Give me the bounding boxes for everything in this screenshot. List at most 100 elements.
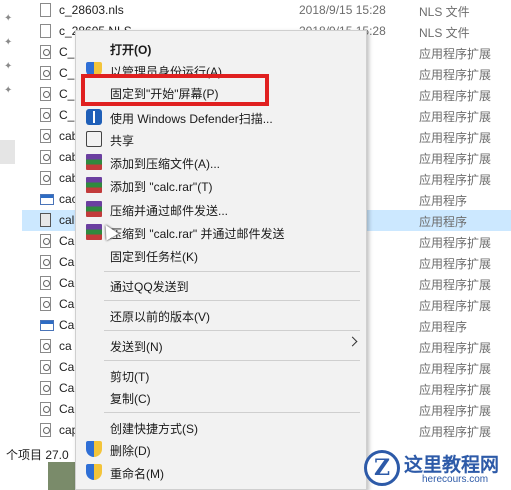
dll-icon xyxy=(40,129,51,143)
dll-icon xyxy=(40,150,51,164)
annotation-highlight-box xyxy=(81,74,269,106)
dll-icon xyxy=(40,234,51,248)
winrar-icon xyxy=(86,224,102,240)
menu-create-shortcut-label: 创建快捷方式(S) xyxy=(110,422,198,436)
file-name: cal xyxy=(59,213,75,227)
menu-restore-previous-label: 还原以前的版本(V) xyxy=(110,310,210,324)
menu-create-shortcut[interactable]: 创建快捷方式(S) xyxy=(76,416,366,438)
dll-icon xyxy=(40,297,51,311)
menu-rename[interactable]: 重命名(M) xyxy=(76,461,366,483)
file-row[interactable]: c_28603.nls 2018/9/15 15:28 NLS 文件 xyxy=(22,0,511,21)
file-type: 应用程序扩展 xyxy=(419,131,492,145)
menu-separator xyxy=(104,360,360,361)
menu-rename-label: 重命名(M) xyxy=(110,467,164,481)
file-name: Ca xyxy=(59,318,75,332)
menu-share[interactable]: 共享 xyxy=(76,128,366,150)
menu-compress-email[interactable]: 压缩并通过邮件发送... xyxy=(76,198,366,220)
file-icon xyxy=(40,24,51,38)
menu-delete[interactable]: 删除(D) xyxy=(76,438,366,460)
menu-pin-to-taskbar[interactable]: 固定到任务栏(K) xyxy=(76,244,366,266)
file-type: 应用程序扩展 xyxy=(419,89,492,103)
file-type: 应用程序扩展 xyxy=(419,404,492,418)
file-name: ca xyxy=(59,339,72,353)
dll-icon xyxy=(40,360,51,374)
shield-icon xyxy=(86,441,102,457)
menu-pin-to-taskbar-label: 固定到任务栏(K) xyxy=(110,250,198,264)
winrar-icon xyxy=(86,177,102,193)
status-item-count: 个项目 27.0 xyxy=(6,448,69,462)
menu-open[interactable]: 打开(O) xyxy=(76,37,366,59)
menu-open-label: 打开(O) xyxy=(110,43,152,57)
file-name: Ca xyxy=(59,255,75,269)
menu-send-to[interactable]: 发送到(N) xyxy=(76,334,366,356)
file-type: 应用程序扩展 xyxy=(419,110,492,124)
menu-compress-rar-email[interactable]: 压缩到 "calc.rar" 并通过邮件发送 xyxy=(76,221,366,243)
file-type: 应用程序扩展 xyxy=(419,362,492,376)
file-type: 应用程序扩展 xyxy=(419,68,492,82)
winrar-icon xyxy=(86,201,102,217)
dll-icon xyxy=(40,255,51,269)
taskbar-thumbnail xyxy=(48,462,76,490)
file-type: 应用程序扩展 xyxy=(419,152,492,166)
file-type: 应用程序扩展 xyxy=(419,383,492,397)
watermark: Z 这里教程网 herecours.com xyxy=(360,448,511,490)
menu-add-to-rar-label: 添加到 "calc.rar"(T) xyxy=(110,180,213,194)
shield-icon xyxy=(86,464,102,480)
menu-add-to-archive[interactable]: 添加到压缩文件(A)... xyxy=(76,151,366,173)
menu-cut-label: 剪切(T) xyxy=(110,370,150,384)
file-type: 应用程序扩展 xyxy=(419,341,492,355)
file-name: Ca xyxy=(59,297,75,311)
dll-icon xyxy=(40,108,51,122)
file-name: Ca xyxy=(59,360,75,374)
file-name: Ca xyxy=(59,234,75,248)
file-type: 应用程序扩展 xyxy=(419,173,492,187)
menu-add-to-rar[interactable]: 添加到 "calc.rar"(T) xyxy=(76,174,366,196)
menu-compress-email-label: 压缩并通过邮件发送... xyxy=(110,204,229,218)
file-type: 应用程序 xyxy=(419,215,468,229)
nav-selected-item[interactable] xyxy=(0,140,15,164)
menu-send-via-qq-label: 通过QQ发送到 xyxy=(110,280,189,294)
chevron-right-icon xyxy=(347,336,358,347)
dll-icon xyxy=(40,66,51,80)
menu-send-via-qq[interactable]: 通过QQ发送到 xyxy=(76,274,366,296)
file-type: 应用程序扩展 xyxy=(419,425,492,439)
menu-restore-previous[interactable]: 还原以前的版本(V) xyxy=(76,304,366,326)
file-type: 应用程序 xyxy=(419,194,468,208)
menu-cut[interactable]: 剪切(T) xyxy=(76,364,366,386)
menu-separator xyxy=(104,300,360,301)
exe-icon xyxy=(40,320,54,331)
dll-icon xyxy=(40,171,51,185)
pin-icon[interactable]: ✦ xyxy=(4,38,14,48)
menu-defender-scan-label: 使用 Windows Defender扫描... xyxy=(110,112,273,126)
calculator-icon xyxy=(40,213,51,227)
dll-icon xyxy=(40,276,51,290)
file-type: 应用程序扩展 xyxy=(419,47,492,61)
menu-defender-scan[interactable]: 使用 Windows Defender扫描... xyxy=(76,106,366,128)
file-icon xyxy=(40,3,51,17)
menu-share-label: 共享 xyxy=(110,134,135,148)
file-name: c_28603.nls xyxy=(59,3,124,17)
navigation-pane: ✦ ✦ ✦ ✦ xyxy=(0,0,22,440)
pin-icon[interactable]: ✦ xyxy=(4,14,14,24)
exe-icon xyxy=(40,194,54,205)
file-type: 应用程序 xyxy=(419,320,468,334)
menu-copy-label: 复制(C) xyxy=(110,392,151,406)
menu-separator xyxy=(104,330,360,331)
winrar-icon xyxy=(86,154,102,170)
menu-copy[interactable]: 复制(C) xyxy=(76,386,366,408)
menu-compress-rar-email-label: 压缩到 "calc.rar" 并通过邮件发送 xyxy=(110,227,285,241)
menu-separator xyxy=(104,412,360,413)
share-icon xyxy=(86,131,102,147)
pin-icon[interactable]: ✦ xyxy=(4,62,14,72)
file-type: NLS 文件 xyxy=(419,5,470,19)
dll-icon xyxy=(40,402,51,416)
file-name: C_ xyxy=(59,108,75,122)
menu-delete-label: 删除(D) xyxy=(110,444,151,458)
file-name: Ca xyxy=(59,381,75,395)
dll-icon xyxy=(40,87,51,101)
file-name: C_ xyxy=(59,87,75,101)
pin-icon[interactable]: ✦ xyxy=(4,86,14,96)
file-type: 应用程序扩展 xyxy=(419,236,492,250)
file-name: C_ xyxy=(59,45,75,59)
watermark-url: herecours.com xyxy=(422,474,489,485)
